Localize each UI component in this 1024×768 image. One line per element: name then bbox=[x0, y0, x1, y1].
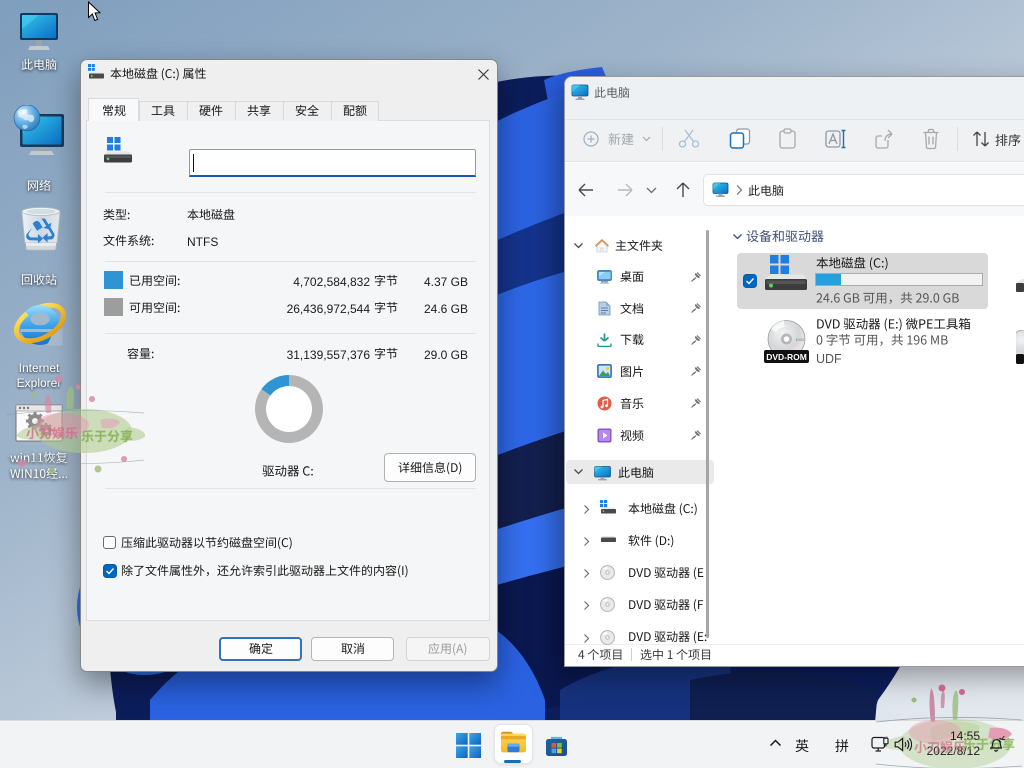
svg-text:DVD-ROM: DVD-ROM bbox=[766, 352, 807, 362]
svg-text:DVD: DVD bbox=[796, 337, 805, 342]
svg-text:Z: Z bbox=[1001, 736, 1006, 742]
